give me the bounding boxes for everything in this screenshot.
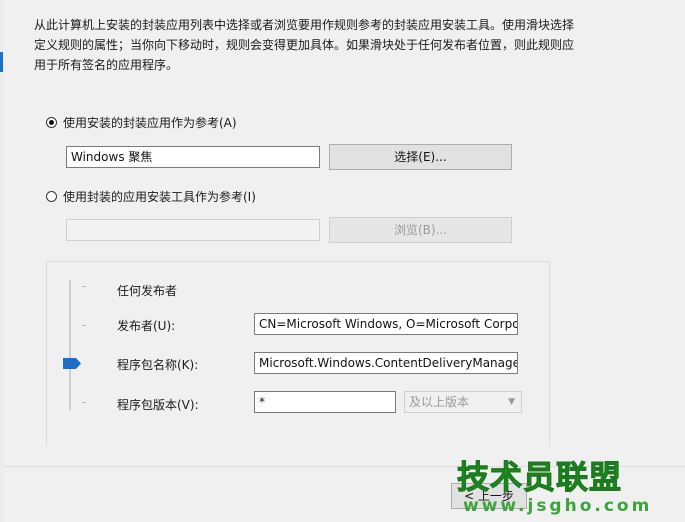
- installed-app-field[interactable]: Windows 聚焦: [66, 146, 320, 168]
- radio-unselected-icon[interactable]: [46, 191, 57, 202]
- package-version-field[interactable]: *: [254, 391, 396, 413]
- rule-properties-page: 从此计算机上安装的封装应用列表中选择或者浏览要用作规则参考的封装应用安装工具。使…: [4, 0, 685, 522]
- radio-installer-label: 使用封装的应用安装工具作为参考(I): [63, 190, 256, 204]
- watermark-logo: 技术员联盟 www.jsgho.com: [455, 452, 685, 522]
- slider-track[interactable]: [69, 280, 71, 410]
- package-name-field[interactable]: Microsoft.Windows.ContentDeliveryManager: [254, 352, 518, 374]
- watermark-title: 技术员联盟: [456, 458, 623, 497]
- instruction-text: 从此计算机上安装的封装应用列表中选择或者浏览要用作规则参考的封装应用安装工具。使…: [34, 18, 575, 72]
- left-accent-bar: [0, 52, 3, 72]
- slider-tick: [82, 286, 86, 287]
- radio-installed-app-label: 使用安装的封装应用作为参考(A): [63, 116, 237, 130]
- package-name-label: 程序包名称(K):: [117, 358, 199, 372]
- version-mode-select: 及以上版本 ▼: [404, 391, 522, 413]
- chevron-down-icon: ▼: [508, 397, 515, 407]
- slider-tick: [82, 402, 86, 403]
- publisher-label: 发布者(U):: [117, 319, 176, 333]
- publisher-field[interactable]: CN=Microsoft Windows, O=Microsoft Corpor…: [254, 313, 518, 335]
- level-any-publisher: 任何发布者: [117, 284, 178, 298]
- browse-button: 浏览(B)...: [329, 217, 512, 243]
- radio-installer[interactable]: 使用封装的应用安装工具作为参考(I): [46, 188, 256, 205]
- version-mode-value: 及以上版本: [409, 395, 470, 409]
- radio-installed-app[interactable]: 使用安装的封装应用作为参考(A): [46, 114, 237, 131]
- watermark-url: www.jsgho.com: [463, 496, 653, 516]
- package-version-label: 程序包版本(V):: [117, 398, 199, 412]
- radio-selected-icon[interactable]: [46, 117, 57, 128]
- installer-path-field: [66, 219, 320, 241]
- select-button[interactable]: 选择(E)...: [329, 144, 512, 170]
- slider-tick: [82, 325, 86, 326]
